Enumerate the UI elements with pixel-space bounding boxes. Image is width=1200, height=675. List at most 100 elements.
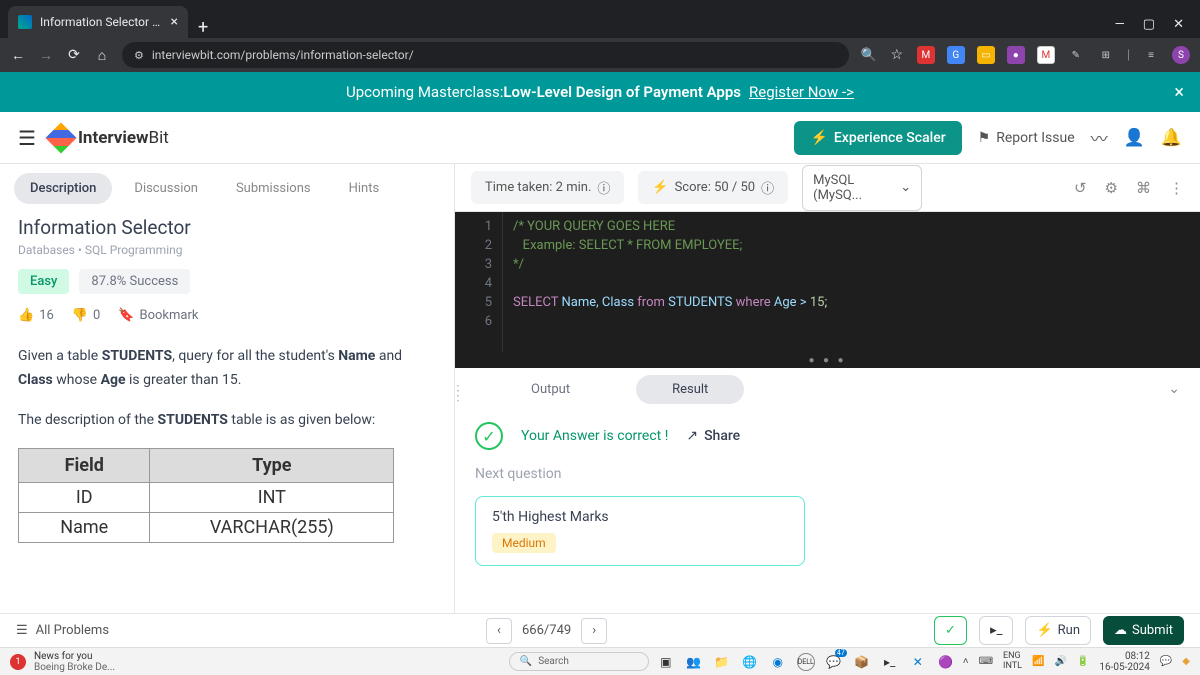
menu-icon[interactable]: ☰ <box>18 126 36 150</box>
collapse-icon[interactable]: ⌄ <box>1168 381 1180 397</box>
app-icon[interactable]: 📦 <box>853 653 871 671</box>
submit-label: Submit <box>1132 623 1173 638</box>
logo[interactable]: InterviewBit <box>50 127 169 149</box>
tab-discussion[interactable]: Discussion <box>118 173 214 204</box>
time-text: 08:12 <box>1125 651 1150 662</box>
more-icon[interactable]: ⋮ <box>1169 179 1184 197</box>
info-icon[interactable]: ⓘ <box>761 178 774 197</box>
dell-icon[interactable]: DELL <box>797 653 815 671</box>
battery-icon[interactable]: 🔋 <box>1077 656 1089 667</box>
close-window-icon[interactable]: ✕ <box>1173 17 1184 32</box>
panel-drag-handle[interactable]: ● ● ● <box>455 352 1200 368</box>
settings-icon[interactable]: ⚙ <box>1105 179 1118 197</box>
table-cell: ID <box>19 483 150 513</box>
ext-icon-4[interactable]: ● <box>1007 46 1025 64</box>
user-icon[interactable]: 👤 <box>1124 128 1145 148</box>
bookmark-button[interactable]: 🔖Bookmark <box>118 308 198 323</box>
keyboard-tray-icon[interactable]: ⌨ <box>979 656 993 667</box>
tab-submissions[interactable]: Submissions <box>220 173 327 204</box>
terminal-icon[interactable]: ▸_ <box>881 653 899 671</box>
next-question-title: 5'th Highest Marks <box>492 509 788 525</box>
tab-description[interactable]: Description <box>14 173 112 204</box>
taskbar-search[interactable]: 🔍 Search <box>509 652 649 671</box>
run-button[interactable]: ⚡ Run <box>1025 616 1091 645</box>
taskview-icon[interactable]: ▣ <box>657 653 675 671</box>
close-tab-icon[interactable]: × <box>171 14 178 30</box>
tab-hints[interactable]: Hints <box>333 173 396 204</box>
taskbar-news[interactable]: News for you Boeing Broke De... <box>34 651 115 673</box>
ext-icon-6[interactable]: ✎ <box>1067 46 1085 64</box>
code-editor[interactable]: 123456 /* YOUR QUERY GOES HERE Example: … <box>455 212 1200 352</box>
teams-icon[interactable]: 👥 <box>685 653 703 671</box>
wifi-icon[interactable]: 📶 <box>1032 656 1044 667</box>
edge-icon[interactable]: ◉ <box>769 653 787 671</box>
clock[interactable]: 08:12 16-05-2024 <box>1099 651 1150 673</box>
minimize-icon[interactable]: — <box>1115 17 1125 32</box>
table-cell: VARCHAR(255) <box>150 513 394 543</box>
reset-icon[interactable]: ↺ <box>1074 179 1087 197</box>
chevron-up-icon[interactable]: ˄ <box>963 656 969 667</box>
copilot-icon[interactable]: ◆ <box>1182 656 1190 667</box>
bell-icon[interactable]: 🔔 <box>1161 128 1182 148</box>
app-icon-2[interactable]: 🟣 <box>937 653 955 671</box>
downvote-button[interactable]: 👎0 <box>72 308 101 323</box>
difficulty-badge: Easy <box>18 269 69 294</box>
tab-output[interactable]: Output <box>495 375 606 404</box>
keyboard-icon[interactable]: ⌘ <box>1136 179 1151 197</box>
notifications-icon[interactable]: 💬 <box>1160 656 1172 667</box>
check-icon: ✓ <box>475 422 503 450</box>
status-ok-icon: ✓ <box>934 616 967 645</box>
search-icon: 🔍 <box>520 656 532 667</box>
flag-icon: ⚑ <box>978 130 991 146</box>
browser-tab[interactable]: Information Selector | Interview... × <box>8 6 188 38</box>
next-problem-button[interactable]: › <box>581 618 607 644</box>
back-icon[interactable]: ← <box>10 47 26 64</box>
explorer-icon[interactable]: 📁 <box>713 653 731 671</box>
home-icon[interactable]: ⌂ <box>94 47 110 64</box>
info-icon[interactable]: ⓘ <box>597 178 610 197</box>
url-text: interviewbit.com/problems/information-se… <box>152 48 414 62</box>
url-bar[interactable]: ⚙ interviewbit.com/problems/information-… <box>122 42 849 68</box>
code-content[interactable]: /* YOUR QUERY GOES HERE Example: SELECT … <box>503 212 837 352</box>
report-issue-link[interactable]: ⚑ Report Issue <box>978 130 1075 146</box>
vscode-icon[interactable]: ✕ <box>909 653 927 671</box>
submit-button[interactable]: ☁ Submit <box>1103 616 1184 645</box>
language-label: MySQL (MySQ... <box>813 173 892 203</box>
chrome-icon[interactable]: 🌐 <box>741 653 759 671</box>
new-tab-button[interactable]: + <box>188 17 218 38</box>
volume-icon[interactable]: 🔊 <box>1054 656 1066 667</box>
banner-prefix: Upcoming Masterclass: <box>346 83 503 101</box>
logo-text-b: Bit <box>149 128 169 148</box>
ext-icon-2[interactable]: G <box>947 46 965 64</box>
ext-icon-5[interactable]: M <box>1037 46 1055 64</box>
activity-icon[interactable]: 〰 <box>1091 125 1108 150</box>
language-indicator[interactable]: ENG INTL <box>1003 652 1022 672</box>
reload-icon[interactable]: ⟳ <box>66 47 82 63</box>
language-select[interactable]: MySQL (MySQ... ⌄ <box>802 165 922 211</box>
promo-banner: Upcoming Masterclass: Low-Level Design o… <box>0 72 1200 112</box>
zoom-icon[interactable]: 🔍 <box>861 48 877 63</box>
next-question-card[interactable]: 5'th Highest Marks Medium <box>475 496 805 566</box>
all-problems-link[interactable]: ☰ All Problems <box>16 623 109 638</box>
close-banner-icon[interactable]: × <box>1174 82 1184 103</box>
problem-title: Information Selector <box>18 216 436 239</box>
reading-list-icon[interactable]: ≡ <box>1142 46 1160 64</box>
line-gutter: 123456 <box>455 212 503 352</box>
share-button[interactable]: ↗ Share <box>686 428 740 444</box>
whatsapp-icon[interactable]: 💬47 <box>825 653 843 671</box>
tab-result[interactable]: Result <box>636 375 744 404</box>
maximize-icon[interactable]: ▢ <box>1143 17 1155 32</box>
forward-icon[interactable]: → <box>38 47 54 64</box>
ext-icon-1[interactable]: M <box>917 46 935 64</box>
ext-icon-3[interactable]: ▭ <box>977 46 995 64</box>
profile-avatar[interactable]: S <box>1172 46 1190 64</box>
banner-register-link[interactable]: Register Now -> <box>749 83 854 101</box>
extensions-icon[interactable]: ⊞ <box>1097 46 1115 64</box>
bookmark-star-icon[interactable]: ☆ <box>889 47 905 63</box>
experience-scaler-button[interactable]: ⚡ Experience Scaler <box>794 121 961 155</box>
prev-problem-button[interactable]: ‹ <box>486 618 512 644</box>
upvote-button[interactable]: 👍16 <box>18 308 54 323</box>
site-settings-icon[interactable]: ⚙ <box>134 49 144 62</box>
terminal-button[interactable]: ▸_ <box>979 616 1013 645</box>
date-text: 16-05-2024 <box>1099 662 1150 673</box>
